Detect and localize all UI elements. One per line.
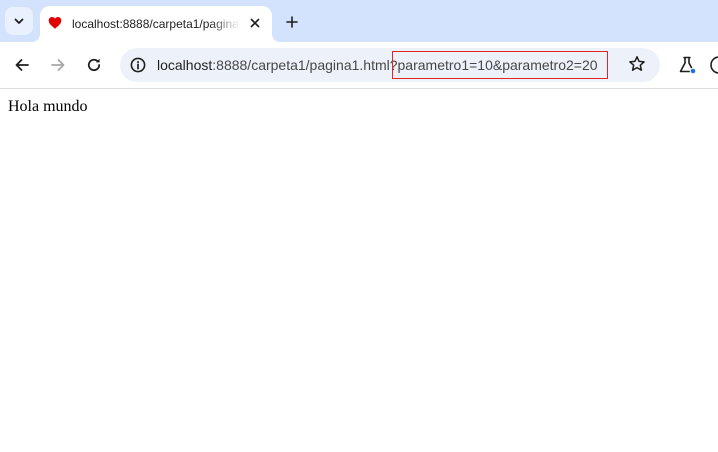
heart-icon <box>48 17 62 29</box>
tab-title: localhost:8888/carpeta1/pagina1.html?par… <box>72 17 240 31</box>
avatar-icon <box>710 56 718 74</box>
plus-icon <box>286 16 298 28</box>
reload-icon <box>87 58 101 71</box>
toolbar: localhost:8888/carpeta1/pagina1.html?par… <box>0 42 718 88</box>
page-text: Hola mundo <box>8 98 88 115</box>
info-icon <box>130 57 146 73</box>
reload-button[interactable] <box>82 53 106 77</box>
page-content: Hola mundo <box>0 89 718 452</box>
forward-button[interactable] <box>46 53 70 77</box>
flask-icon <box>679 56 697 75</box>
star-icon <box>629 56 645 71</box>
back-arrow-icon <box>15 59 29 71</box>
chevron-down-icon <box>14 18 24 24</box>
close-icon <box>250 18 260 28</box>
tab-active[interactable]: localhost:8888/carpeta1/pagina1.html?par… <box>40 6 272 42</box>
labs-button[interactable] <box>675 53 699 77</box>
profile-button[interactable] <box>708 53 718 77</box>
bookmark-button[interactable] <box>626 53 648 75</box>
tab-strip: localhost:8888/carpeta1/pagina1.html?par… <box>0 0 718 42</box>
tab-close-button[interactable] <box>246 14 264 32</box>
url-host: localhost <box>157 57 213 73</box>
browser-window: localhost:8888/carpeta1/pagina1.html?par… <box>0 0 718 452</box>
forward-arrow-icon <box>51 59 65 71</box>
site-info-button[interactable] <box>128 55 148 75</box>
back-button[interactable] <box>10 53 34 77</box>
query-string-highlight <box>392 51 608 79</box>
tab-search-button[interactable] <box>5 7 33 35</box>
new-tab-button[interactable] <box>280 10 304 34</box>
